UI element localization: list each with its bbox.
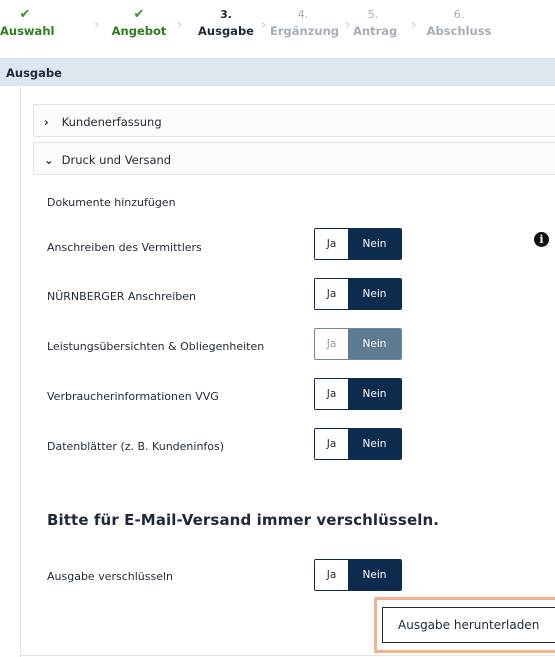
step-auswahl[interactable]: ✔ Auswahl bbox=[0, 7, 55, 38]
panel-left-border bbox=[20, 86, 21, 657]
progress-stepper: ✔ Auswahl › ✔ Angebot › 3. Ausgabe › 4. … bbox=[0, 0, 555, 58]
row-label-verbraucherinformationen: Verbraucherinformationen VVG bbox=[47, 390, 219, 403]
step-number: 5. bbox=[367, 8, 379, 21]
step-number: 3. bbox=[220, 8, 232, 21]
step-abschluss: 6. Abschluss bbox=[423, 8, 495, 38]
step-label: Ergänzung bbox=[270, 24, 340, 38]
checkmark-icon: ✔ bbox=[19, 7, 31, 22]
toggle-ausgabe-verschluesseln: Ja Nein bbox=[314, 559, 402, 591]
row-label-nuernberger-anschreiben: NÜRNBERGER Anschreiben bbox=[47, 290, 196, 303]
step-label: Abschluss bbox=[426, 24, 492, 38]
download-button[interactable]: Ausgabe herunterladen bbox=[382, 607, 555, 643]
documents-subtitle: Dokumente hinzufügen bbox=[47, 196, 176, 209]
step-label: Antrag bbox=[353, 24, 398, 38]
chevron-right-icon: › bbox=[177, 17, 183, 33]
toggle-verbraucherinformationen: Ja Nein bbox=[314, 378, 402, 410]
toggle-no-button[interactable]: Nein bbox=[348, 429, 401, 459]
step-ausgabe: 3. Ausgabe bbox=[194, 8, 258, 38]
info-icon[interactable]: i bbox=[534, 232, 549, 247]
toggle-yes-button[interactable]: Ja bbox=[315, 229, 348, 259]
toggle-yes-button[interactable]: Ja bbox=[315, 279, 348, 309]
toggle-datenblaetter: Ja Nein bbox=[314, 428, 402, 460]
toggle-anschreiben-vermittler: Ja Nein bbox=[314, 228, 402, 260]
encryption-heading: Bitte für E-Mail-Versand immer verschlüs… bbox=[47, 511, 440, 529]
row-label-anschreiben-vermittler: Anschreiben des Vermittlers bbox=[47, 241, 202, 254]
chevron-right-icon: › bbox=[345, 17, 351, 33]
row-label-datenblaetter: Datenblätter (z. B. Kundeninfos) bbox=[47, 440, 225, 453]
toggle-yes-button[interactable]: Ja bbox=[315, 379, 348, 409]
row-label-leistungsuebersichten: Leistungsübersichten & Obliegenheiten bbox=[47, 340, 265, 353]
step-angebot[interactable]: ✔ Angebot bbox=[110, 8, 168, 38]
accordion-label: Kundenerfassung bbox=[61, 115, 162, 129]
chevron-right-icon: › bbox=[94, 17, 100, 33]
chevron-right-icon: › bbox=[261, 17, 267, 33]
divider bbox=[20, 655, 555, 656]
toggle-no-button[interactable]: Nein bbox=[348, 379, 401, 409]
toggle-no-button[interactable]: Nein bbox=[348, 229, 401, 259]
step-number: 6. bbox=[453, 8, 465, 21]
step-label: Ausgabe bbox=[198, 24, 254, 38]
step-label: Angebot bbox=[111, 24, 167, 38]
toggle-no-button[interactable]: Nein bbox=[348, 279, 401, 309]
chevron-down-icon: ⌄ bbox=[44, 153, 54, 167]
checkmark-icon: ✔ bbox=[133, 7, 145, 22]
step-number: 4. bbox=[297, 8, 309, 21]
row-label-ausgabe-verschluesseln: Ausgabe verschlüsseln bbox=[47, 570, 174, 583]
chevron-right-icon: › bbox=[44, 115, 49, 129]
toggle-yes-button: Ja bbox=[315, 329, 348, 359]
toggle-leistungsuebersichten: Ja Nein bbox=[314, 328, 402, 360]
toggle-yes-button[interactable]: Ja bbox=[315, 429, 348, 459]
step-ergaenzung: 4. Ergänzung bbox=[270, 8, 340, 38]
chevron-right-icon: › bbox=[411, 17, 417, 33]
accordion-label: Druck und Versand bbox=[61, 153, 172, 167]
step-antrag: 5. Antrag bbox=[353, 8, 398, 38]
toggle-nuernberger-anschreiben: Ja Nein bbox=[314, 278, 402, 310]
step-label: Auswahl bbox=[0, 24, 55, 38]
toggle-no-button[interactable]: Nein bbox=[348, 560, 401, 590]
section-title: Ausgabe bbox=[0, 58, 555, 86]
accordion-kundenerfassung[interactable]: › Kundenerfassung bbox=[33, 104, 555, 137]
accordion-druck-und-versand[interactable]: ⌄ Druck und Versand bbox=[33, 142, 555, 175]
toggle-no-button: Nein bbox=[348, 329, 401, 359]
toggle-yes-button[interactable]: Ja bbox=[315, 560, 348, 590]
